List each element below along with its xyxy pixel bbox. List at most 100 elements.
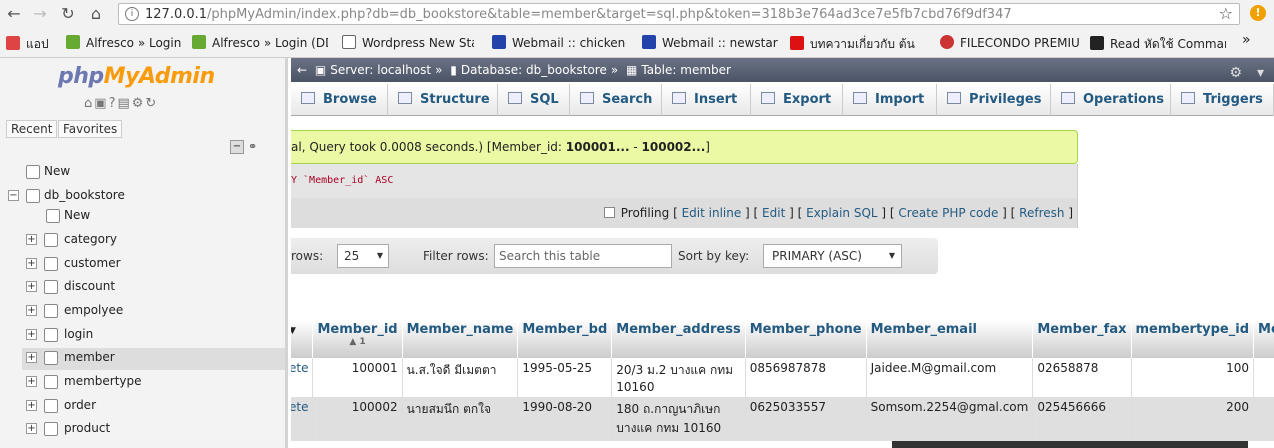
column-header-member-address[interactable]: Member_address <box>611 320 746 358</box>
expand-icon[interactable]: + <box>26 305 37 316</box>
edit-inline-link[interactable]: Edit inline <box>682 206 742 220</box>
cell-address[interactable]: 180 ถ.กาญนาภิเษก บางแค กทม 10160 <box>611 397 746 441</box>
cell-name[interactable]: นายสมนึก ตกใจ <box>402 397 519 441</box>
column-header-member-id[interactable]: Member_id ▲ 1 <box>312 320 403 358</box>
breadcrumb-database[interactable]: Database: db_bookstore <box>461 63 607 77</box>
tree-item-table[interactable]: + product <box>0 419 285 441</box>
cell-bd[interactable]: 1990-08-20 <box>517 397 613 441</box>
tab-browse[interactable]: Browse <box>291 84 388 116</box>
filter-rows-input[interactable]: Search this table <box>494 244 672 268</box>
tab-favorites[interactable]: Favorites <box>58 120 123 138</box>
bookmark-item[interactable]: Alfresco » Login (DD <box>192 35 328 50</box>
delete-link[interactable]: ete <box>291 361 308 375</box>
bookmark-item[interactable]: Alfresco » Login <box>66 35 186 50</box>
rows-select[interactable]: 25 <box>337 244 389 268</box>
tree-item-table[interactable]: + login <box>0 325 285 347</box>
collapse-all-icon[interactable]: − <box>230 140 244 154</box>
cell-type[interactable]: 200 <box>1131 397 1255 441</box>
extension-icon[interactable]: ! <box>1250 5 1266 21</box>
cell-fax[interactable]: 025456666 <box>1032 397 1132 441</box>
settings-gear-icon[interactable]: ⚙ <box>132 96 146 111</box>
forward-icon[interactable]: → <box>30 4 50 24</box>
tab-privileges[interactable]: Privileges <box>937 84 1051 116</box>
bookmark-star-icon[interactable]: ☆ <box>1219 4 1233 23</box>
sort-key-select[interactable]: PRIMARY (ASC) <box>763 244 902 268</box>
expand-icon[interactable]: + <box>26 234 37 245</box>
cell-phone[interactable]: 0856987878 <box>745 358 867 397</box>
more-bookmarks-icon[interactable]: » <box>1242 32 1262 48</box>
exit-icon[interactable]: ▣ <box>94 96 108 111</box>
cell-email[interactable]: Somsom.2254@gmal.com <box>866 397 1034 441</box>
expand-icon[interactable]: + <box>26 258 37 269</box>
tab-structure[interactable]: Structure <box>388 84 498 116</box>
reload-icon[interactable]: ↻ <box>145 96 158 111</box>
tab-search[interactable]: Search <box>570 84 662 116</box>
reload-icon[interactable]: ↻ <box>58 4 78 24</box>
explain-sql-link[interactable]: Explain SQL <box>806 206 878 220</box>
refresh-link[interactable]: Refresh <box>1019 206 1064 220</box>
expand-icon[interactable]: + <box>26 400 37 411</box>
bookmark-item[interactable]: Read หัดใช้ Commanc <box>1090 35 1226 54</box>
phpmyadmin-logo[interactable]: phpMyAdmin <box>58 64 215 89</box>
expand-icon[interactable]: + <box>26 281 37 292</box>
expand-icon[interactable]: + <box>26 352 37 363</box>
breadcrumb-table[interactable]: Table: member <box>641 63 731 77</box>
expand-icon[interactable]: + <box>26 423 37 434</box>
bookmark-item[interactable]: Webmail :: newstarfc <box>642 35 778 50</box>
cell-id[interactable]: 100001 <box>312 358 403 397</box>
tree-item-table[interactable]: + discount <box>0 277 285 299</box>
back-icon[interactable]: ← <box>4 4 24 24</box>
cell-name[interactable]: น.ส.ใจดี มีเมตตา <box>402 358 519 397</box>
breadcrumb-arrow-icon[interactable]: ← <box>297 63 307 77</box>
tab-recent[interactable]: Recent <box>6 120 58 138</box>
tab-insert[interactable]: Insert <box>662 84 751 116</box>
tab-export[interactable]: Export <box>751 84 843 116</box>
bookmark-item[interactable]: บทความเกี่ยวกับ ต้น <box>790 35 928 54</box>
create-php-link[interactable]: Create PHP code <box>898 206 998 220</box>
docs-icon[interactable]: ▤ <box>117 96 131 111</box>
cell-id[interactable]: 100002 <box>312 397 403 441</box>
collapse-icon[interactable]: ▾ <box>1257 61 1264 85</box>
column-header-member-phone[interactable]: Member_phone <box>745 320 867 358</box>
home-icon[interactable]: ⌂ <box>86 4 106 24</box>
info-icon[interactable]: i <box>125 7 139 21</box>
expand-icon[interactable]: + <box>26 329 37 340</box>
link-icon[interactable]: ⚭ <box>248 140 257 153</box>
tree-item-table-selected[interactable]: + member <box>22 348 285 370</box>
expand-icon[interactable]: + <box>26 376 37 387</box>
collapse-icon[interactable]: − <box>8 190 19 201</box>
delete-link[interactable]: ete <box>291 400 308 414</box>
tab-import[interactable]: Import <box>843 84 937 116</box>
cell-fax[interactable]: 02658878 <box>1032 358 1132 397</box>
column-header-member-email[interactable]: Member_email <box>866 320 1034 358</box>
address-bar[interactable]: i 127.0.0.1/phpMyAdmin/index.php?db=db_b… <box>118 3 1240 25</box>
tree-item-new-table[interactable]: New <box>0 206 285 228</box>
cell-phone[interactable]: 0625033557 <box>745 397 867 441</box>
tree-item-table[interactable]: + empolyee <box>0 301 285 323</box>
tab-sql[interactable]: SQL <box>498 84 570 116</box>
tree-item-table[interactable]: + order <box>0 396 285 418</box>
cell-bd[interactable]: 1995-05-25 <box>517 358 613 397</box>
tree-item-table[interactable]: + category <box>0 230 285 252</box>
column-options-header[interactable]: ▼ <box>291 320 314 358</box>
breadcrumb-server[interactable]: Server: localhost <box>330 63 431 77</box>
cell-type[interactable]: 100 <box>1131 358 1255 397</box>
tab-triggers[interactable]: Triggers <box>1171 84 1274 116</box>
cell-email[interactable]: Jaidee.M@gmail.com <box>866 358 1034 397</box>
profiling-checkbox[interactable] <box>603 207 615 218</box>
tree-item-table[interactable]: + membertype <box>0 372 285 394</box>
cell-address[interactable]: 20/3 ม.2 บางแค กทม 10160 <box>611 358 746 397</box>
tree-item-table[interactable]: + customer <box>0 254 285 276</box>
bookmark-item[interactable]: Webmail :: chicken-r <box>492 35 626 50</box>
tree-item-new-db[interactable]: New <box>0 162 285 184</box>
settings-gear-icon[interactable]: ⚙ <box>1229 61 1242 85</box>
bookmark-item[interactable]: Wordpress New Star <box>342 35 474 50</box>
column-header-truncated[interactable]: Me <box>1253 320 1274 358</box>
column-header-member-name[interactable]: Member_name <box>402 320 519 358</box>
column-header-member-bd[interactable]: Member_bd <box>517 320 613 358</box>
column-header-membertype-id[interactable]: membertype_id <box>1131 320 1255 358</box>
tab-operations[interactable]: Operations <box>1051 84 1171 116</box>
home-icon[interactable]: ⌂ <box>84 96 94 111</box>
tree-item-db[interactable]: − db_bookstore <box>0 186 285 208</box>
console-bar[interactable] <box>892 441 1248 448</box>
